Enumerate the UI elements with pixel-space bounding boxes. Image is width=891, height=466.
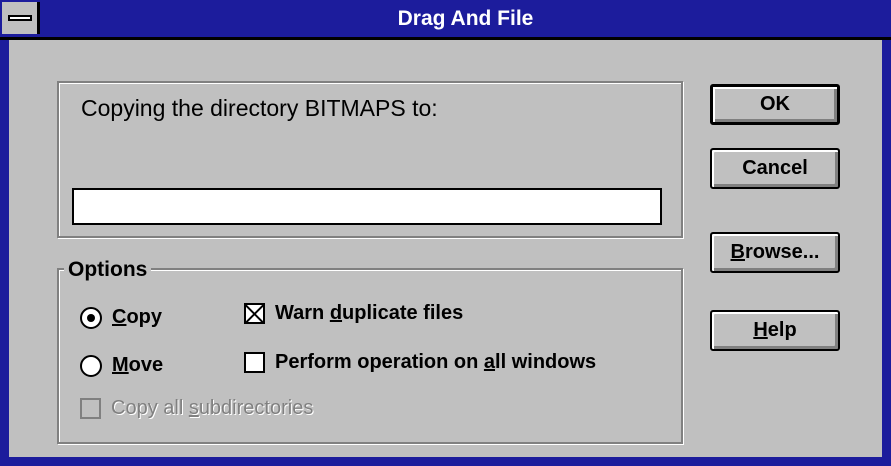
cancel-button[interactable]: Cancel [710, 148, 840, 189]
all-windows-label: Perform operation on all windows [275, 351, 597, 373]
browse-button[interactable]: Browse... [710, 232, 840, 273]
subdirectories-check-indicator [80, 398, 101, 419]
warn-duplicates-check-indicator [244, 303, 265, 324]
help-button[interactable]: Help [710, 310, 840, 351]
all-windows-check-indicator [244, 352, 265, 373]
destination-label: Copying the directory BITMAPS to: [81, 95, 438, 121]
copy-radio-label: Copy [112, 306, 163, 328]
move-radio-label: Move [112, 354, 164, 376]
ok-button[interactable]: OK [710, 84, 840, 125]
copy-radio[interactable]: Copy [80, 306, 162, 329]
move-radio-indicator [80, 354, 102, 377]
system-menu-icon [8, 15, 32, 21]
window-title: Drag And File [397, 7, 534, 30]
all-windows-checkbox[interactable]: Perform operation on all windows [244, 351, 596, 374]
move-radio[interactable]: Move [80, 354, 163, 377]
subdirectories-checkbox: Copy all subdirectories [80, 397, 313, 420]
subdirectories-label: Copy all subdirectories [111, 397, 314, 419]
copy-radio-indicator [80, 306, 102, 329]
destination-input[interactable] [72, 188, 662, 225]
options-group-label: Options [64, 258, 152, 282]
warn-duplicates-label: Warn duplicate files [275, 302, 464, 324]
system-menu-button[interactable] [2, 2, 40, 34]
warn-duplicates-checkbox[interactable]: Warn duplicate files [244, 302, 463, 325]
title-bar[interactable]: Drag And File [0, 0, 891, 40]
